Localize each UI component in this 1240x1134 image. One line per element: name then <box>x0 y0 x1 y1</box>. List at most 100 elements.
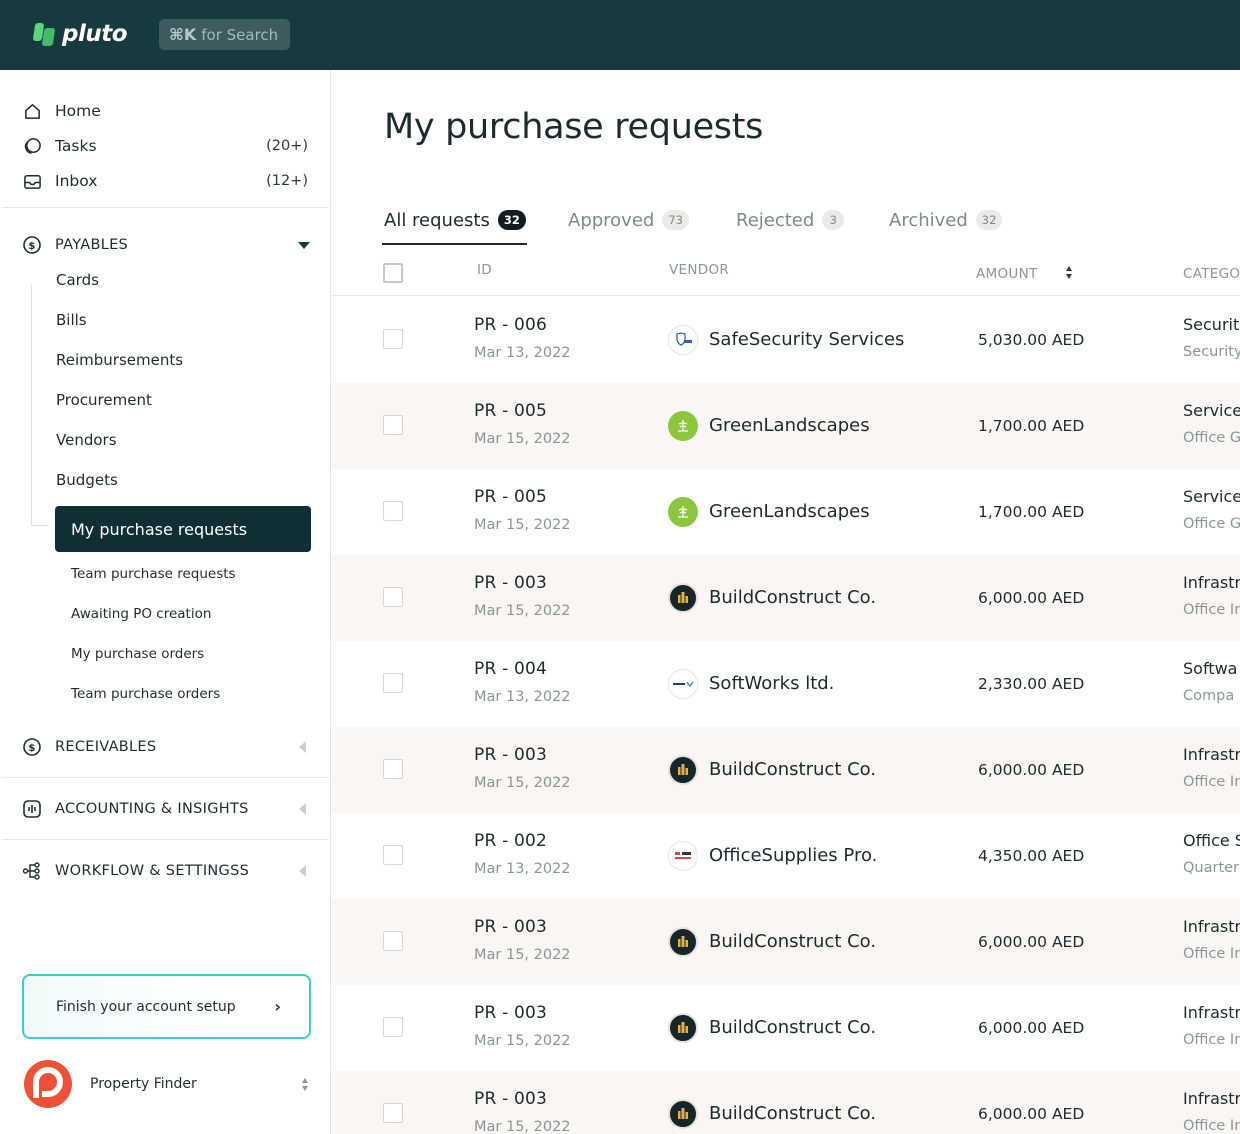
sidebar-item-bills[interactable]: Bills <box>56 311 87 329</box>
accounting-label: ACCOUNTING & INSIGHTS <box>55 801 249 817</box>
tab-all-requests[interactable]: All requests 32 <box>384 205 526 235</box>
request-date: Mar 15, 2022 <box>474 517 571 533</box>
sidebar-item-label: Tasks <box>55 137 97 155</box>
sort-icon[interactable] <box>1066 266 1072 279</box>
tab-count-badge: 32 <box>975 210 1003 230</box>
subcategory: Office Ir <box>1183 1032 1240 1048</box>
category: Office S <box>1183 831 1240 850</box>
request-date: Mar 13, 2022 <box>474 345 571 361</box>
column-header-vendor[interactable]: VENDOR <box>669 262 729 278</box>
request-id: PR - 003 <box>474 1003 548 1023</box>
chevron-left-icon[interactable] <box>299 865 306 877</box>
select-all-checkbox[interactable] <box>383 263 403 283</box>
table-row[interactable]: PR - 006 Mar 13, 2022 SafeSecurity Servi… <box>332 297 1240 383</box>
home-icon <box>22 101 42 121</box>
row-checkbox[interactable] <box>383 673 403 693</box>
column-header-id[interactable]: ID <box>477 262 492 278</box>
column-header-amount[interactable]: AMOUNT <box>976 266 1038 282</box>
pluto-logo[interactable]: pluto <box>32 20 128 47</box>
sidebar-divider <box>2 207 329 208</box>
table-row[interactable]: PR - 003 Mar 15, 2022 BuildConstruct Co.… <box>332 555 1240 641</box>
table-row[interactable]: PR - 003 Mar 15, 2022 BuildConstruct Co.… <box>332 899 1240 985</box>
request-id: PR - 002 <box>474 831 548 851</box>
row-checkbox[interactable] <box>383 501 403 521</box>
svg-text:$: $ <box>28 241 35 252</box>
table-row[interactable]: PR - 003 Mar 15, 2022 BuildConstruct Co.… <box>332 1071 1240 1134</box>
company-switcher[interactable]: Property Finder <box>22 1058 312 1110</box>
row-checkbox[interactable] <box>383 587 403 607</box>
row-checkbox[interactable] <box>383 931 403 951</box>
tab-rejected[interactable]: Rejected 3 <box>736 205 845 235</box>
sidebar-item-inbox[interactable]: Inbox (12+) <box>22 169 308 193</box>
table-row[interactable]: PR - 003 Mar 15, 2022 BuildConstruct Co.… <box>332 985 1240 1071</box>
property-finder-logo <box>22 1058 74 1110</box>
svg-text:$: $ <box>28 743 35 754</box>
request-id: PR - 005 <box>474 401 548 421</box>
request-date: Mar 15, 2022 <box>474 1033 571 1049</box>
sidebar-item-my-purchase-orders[interactable]: My purchase orders <box>71 646 204 662</box>
vendor-name: BuildConstruct Co. <box>709 759 877 780</box>
subcategory: Office G <box>1183 516 1240 532</box>
row-checkbox[interactable] <box>383 1017 403 1037</box>
sidebar-item-cards[interactable]: Cards <box>56 271 99 289</box>
table-row[interactable]: PR - 002 Mar 13, 2022 OfficeSupplies Pro… <box>332 813 1240 899</box>
top-bar: pluto ⌘K for Search <box>0 0 1240 70</box>
buildconstruct-logo-icon <box>668 1013 698 1043</box>
request-id: PR - 004 <box>474 659 548 679</box>
tab-archived[interactable]: Archived 32 <box>889 205 1003 235</box>
table-row[interactable]: PR - 005 Mar 15, 2022 GreenLandscapes 1,… <box>332 383 1240 469</box>
accounting-section-toggle[interactable]: ACCOUNTING & INSIGHTS <box>22 797 310 821</box>
payables-section-toggle[interactable]: $ PAYABLES <box>22 233 310 257</box>
tab-approved[interactable]: Approved 73 <box>568 205 689 235</box>
brand-name: pluto <box>62 20 128 47</box>
sidebar-item-awaiting-po-creation[interactable]: Awaiting PO creation <box>71 606 211 622</box>
sidebar-item-budgets[interactable]: Budgets <box>56 471 118 489</box>
sidebar-item-tasks[interactable]: Tasks (20+) <box>22 134 308 158</box>
row-checkbox[interactable] <box>383 845 403 865</box>
row-checkbox[interactable] <box>383 329 403 349</box>
column-header-category[interactable]: CATEGO <box>1183 266 1240 282</box>
chevron-left-icon[interactable] <box>299 803 306 815</box>
subcategory: Office G <box>1183 430 1240 446</box>
search-shortcut-key: ⌘K <box>169 25 197 44</box>
row-checkbox[interactable] <box>383 759 403 779</box>
chevron-down-icon[interactable] <box>298 241 310 249</box>
subcategory: Office Ir <box>1183 1118 1240 1134</box>
sidebar-divider <box>2 777 329 778</box>
row-checkbox[interactable] <box>383 1103 403 1123</box>
receivables-icon: $ <box>22 737 42 757</box>
request-date: Mar 15, 2022 <box>474 431 571 447</box>
category: Softwa <box>1183 659 1238 678</box>
category: Infrastr <box>1183 1003 1240 1022</box>
search-shortcut-button[interactable]: ⌘K for Search <box>159 19 290 50</box>
buildconstruct-logo-icon <box>668 1099 698 1129</box>
row-checkbox[interactable] <box>383 415 403 435</box>
subcategory: Office Ir <box>1183 602 1240 618</box>
buildconstruct-logo-icon <box>668 755 698 785</box>
sidebar-item-vendors[interactable]: Vendors <box>56 431 117 449</box>
subcategory: Office Ir <box>1183 946 1240 962</box>
chevron-left-icon[interactable] <box>299 741 306 753</box>
sidebar-item-label: Inbox <box>55 172 98 190</box>
sidebar-item-my-purchase-requests[interactable]: My purchase requests <box>55 506 311 552</box>
finish-account-setup-card[interactable]: Finish your account setup › <box>22 974 311 1039</box>
table-row[interactable]: PR - 003 Mar 15, 2022 BuildConstruct Co.… <box>332 727 1240 813</box>
sidebar-item-team-purchase-orders[interactable]: Team purchase orders <box>71 686 220 702</box>
sidebar-item-team-purchase-requests[interactable]: Team purchase requests <box>71 566 236 582</box>
chevron-up-down-icon[interactable] <box>302 1077 308 1091</box>
workflow-section-toggle[interactable]: WORKFLOW & SETTINGSS <box>22 859 310 883</box>
sidebar-item-procurement[interactable]: Procurement <box>56 391 152 409</box>
tab-label: All requests <box>384 209 490 231</box>
request-id: PR - 003 <box>474 573 548 593</box>
buildconstruct-logo-icon <box>668 583 698 613</box>
sidebar-item-home[interactable]: Home <box>22 99 308 123</box>
amount: 4,350.00 AED <box>978 847 1085 865</box>
sidebar-item-reimbursements[interactable]: Reimbursements <box>56 351 183 369</box>
tree-line <box>31 285 32 525</box>
request-id: PR - 005 <box>474 487 548 507</box>
active-tab-indicator <box>382 243 527 245</box>
table-row[interactable]: PR - 005 Mar 15, 2022 GreenLandscapes 1,… <box>332 469 1240 555</box>
tasks-icon <box>22 136 42 156</box>
table-row[interactable]: PR - 004 Mar 13, 2022 SoftWorks ltd. 2,3… <box>332 641 1240 727</box>
receivables-section-toggle[interactable]: $ RECEIVABLES <box>22 735 310 759</box>
